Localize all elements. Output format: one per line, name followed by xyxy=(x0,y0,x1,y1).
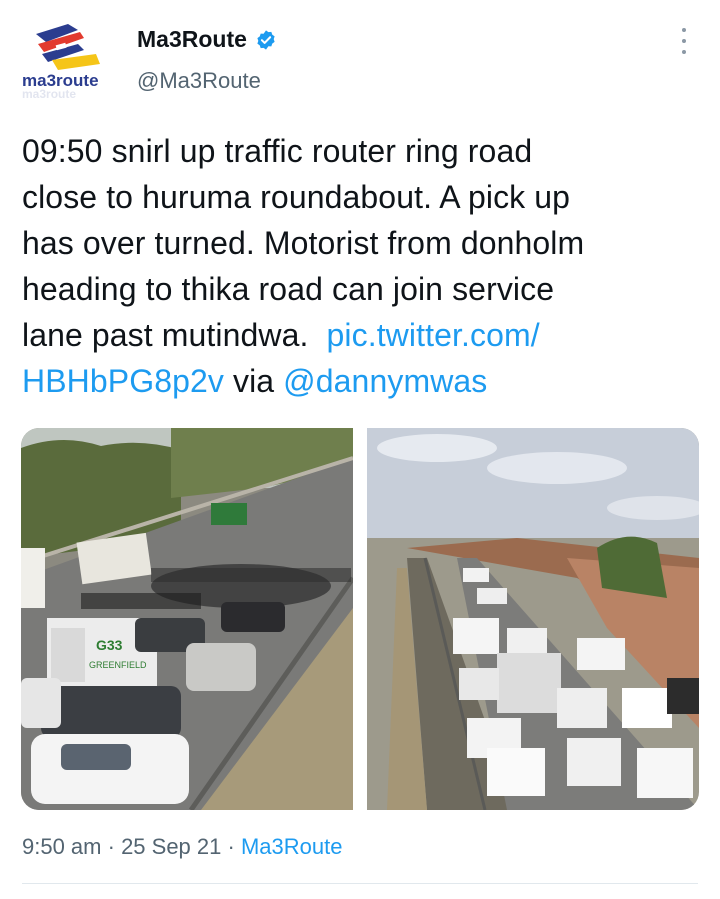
tweet-line: lane past mutindwa. xyxy=(22,317,309,353)
meta-separator: · xyxy=(221,834,241,859)
more-options-icon[interactable] xyxy=(674,28,694,54)
user-handle[interactable]: @Ma3Route xyxy=(137,68,261,94)
name-row: Ma3Route xyxy=(137,26,277,53)
tweet-line-last: HBHbPG8p2v via @dannymwas xyxy=(22,358,702,404)
traffic-photo-2 xyxy=(367,428,699,810)
tweet-line-with-link: lane past mutindwa. pic.twitter.com/ xyxy=(22,312,702,358)
tweet-meta: 9:50 am · 25 Sep 21 · Ma3Route xyxy=(22,834,342,860)
media-grid: G33 GREENFIELD xyxy=(21,428,699,810)
ma3route-logo-avatar[interactable]: ma3route ma3route xyxy=(18,14,118,104)
pic-link-part1[interactable]: pic.twitter.com/ xyxy=(327,317,540,353)
display-name[interactable]: Ma3Route xyxy=(137,26,247,53)
traffic-photo-1: G33 GREENFIELD xyxy=(21,428,353,810)
tweet-time[interactable]: 9:50 am xyxy=(22,834,102,859)
tweet-date[interactable]: 25 Sep 21 xyxy=(121,834,221,859)
tweet-line: has over turned. Motorist from donholm xyxy=(22,225,585,261)
tweet-line: close to huruma roundabout. A pick up xyxy=(22,179,571,215)
meta-separator: · xyxy=(101,834,122,859)
divider xyxy=(22,883,698,884)
photo-2[interactable] xyxy=(367,428,699,810)
via-text: via xyxy=(223,363,284,399)
mention-link[interactable]: @dannymwas xyxy=(283,363,487,399)
svg-text:ma3route: ma3route xyxy=(22,87,76,101)
tweet-source-link[interactable]: Ma3Route xyxy=(241,834,343,859)
tweet-text: 09:50 snirl up traffic router ring road … xyxy=(22,128,702,404)
truck-text: GREENFIELD xyxy=(89,660,147,670)
photo-1[interactable]: G33 GREENFIELD xyxy=(21,428,353,810)
svg-text:G33: G33 xyxy=(96,637,123,653)
tweet-line: heading to thika road can join service xyxy=(22,271,555,307)
verified-badge-icon xyxy=(257,29,275,50)
tweet-header: ma3route ma3route Ma3Route @Ma3Route xyxy=(0,0,720,110)
pic-link-part2[interactable]: HBHbPG8p2v xyxy=(22,363,224,399)
tweet-line: 09:50 snirl up traffic router ring road xyxy=(22,133,533,169)
